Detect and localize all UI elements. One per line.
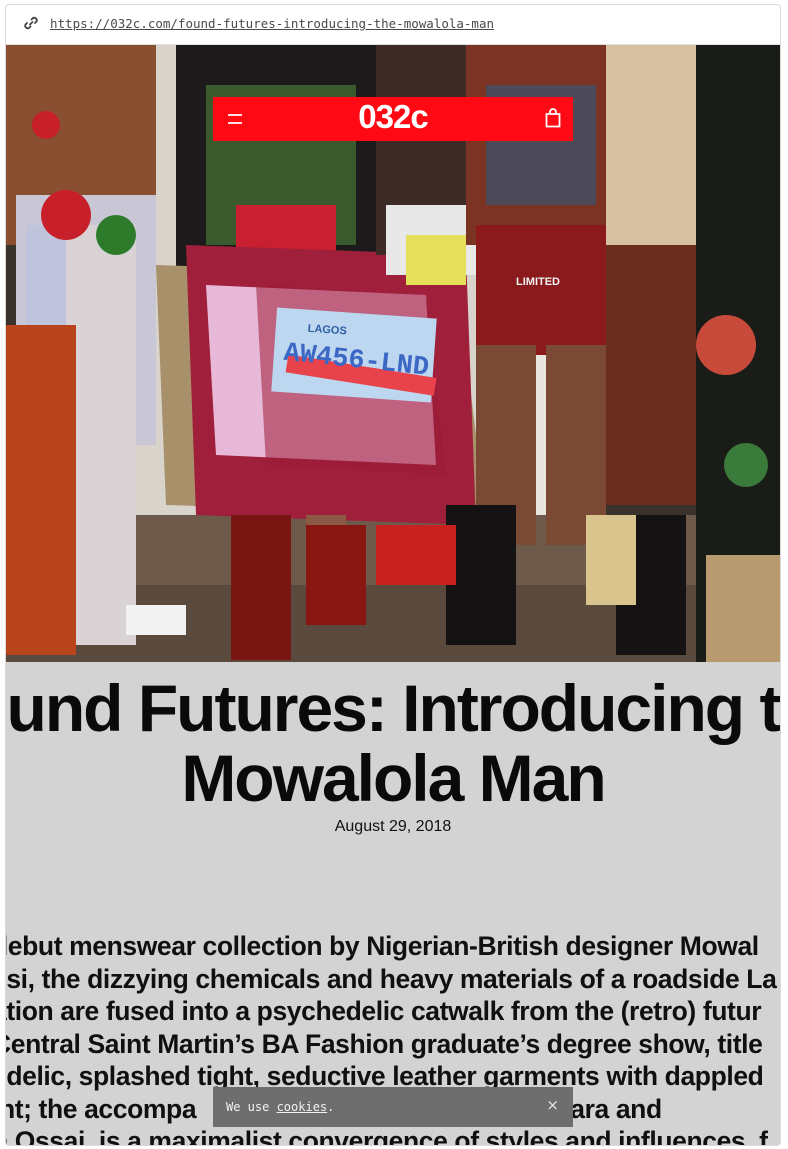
body-line: ation are fused into a psychedelic catwa… <box>5 996 762 1026</box>
article-title-line-1: ound Futures: Introducing th <box>5 671 781 745</box>
cookies-link[interactable]: cookies <box>277 1100 328 1114</box>
shopping-bag-icon[interactable] <box>545 108 561 128</box>
close-icon[interactable]: × <box>546 1096 559 1114</box>
body-line: esi, the dizzying chemicals and heavy ma… <box>5 963 777 994</box>
body-line: h Ossai, is a maximalist convergence of … <box>5 1126 768 1146</box>
cookie-text-suffix: . <box>327 1100 335 1114</box>
article-date: August 29, 2018 <box>334 818 452 835</box>
browser-frame: https://032c.com/found-futures-introduci… <box>5 4 781 1146</box>
cookie-banner: We use cookies. × <box>213 1087 573 1127</box>
article-title-line-2: Mowalola Man <box>181 741 606 815</box>
link-icon <box>24 16 38 30</box>
body-line: debut menswear collection by Nigerian-Br… <box>5 931 759 961</box>
site-navbar: 032c <box>213 97 573 141</box>
skirt-print-text: LIMITED <box>516 276 560 288</box>
site-logo[interactable]: 032c <box>213 98 573 136</box>
url-text[interactable]: https://032c.com/found-futures-introduci… <box>50 16 494 31</box>
cookie-message: We use cookies. <box>226 1100 334 1114</box>
hero-image: LAGOS AW456-LND LIMITED 032c <box>6 45 780 662</box>
article-title: ound Futures: Introducing th Mowalola Ma… <box>5 671 781 815</box>
url-bar[interactable]: https://032c.com/found-futures-introduci… <box>6 5 780 45</box>
body-line: Central Saint Martin’s BA Fashion gradua… <box>5 1028 763 1059</box>
cookie-text-prefix: We use <box>226 1100 277 1114</box>
